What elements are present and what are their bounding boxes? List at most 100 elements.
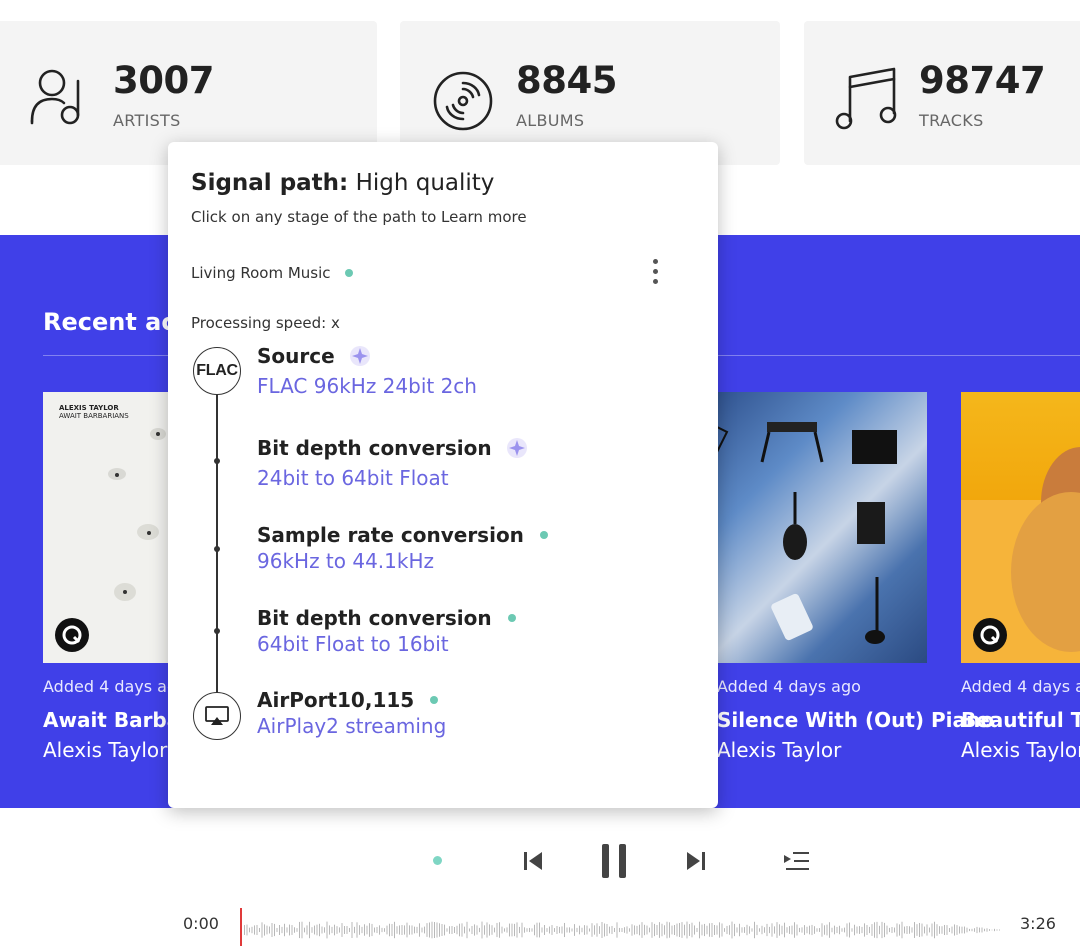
playhead[interactable] <box>240 908 242 946</box>
waveform-bar <box>661 923 663 937</box>
waveform-bar <box>726 925 728 935</box>
album-artist[interactable]: Alexis Taylor <box>961 738 1080 762</box>
waveform-bar <box>994 928 995 932</box>
waveform-bar <box>784 922 785 938</box>
path-node <box>214 628 220 634</box>
waveform-bar <box>304 927 305 933</box>
waveform-bar <box>496 922 498 938</box>
waveform-bar <box>704 923 705 937</box>
stage-bit-depth-conversion[interactable]: Bit depth conversion 64bit Float to 16bi… <box>257 606 516 656</box>
waveform-bar <box>971 928 973 932</box>
waveform-bar <box>876 921 878 939</box>
signal-path-line <box>216 394 218 694</box>
album-card[interactable]: Added 4 days ago Silence With (Out) Pian… <box>707 392 994 762</box>
waveform-bar <box>471 925 473 935</box>
pause-button[interactable] <box>597 844 631 878</box>
album-title[interactable]: Silence With (Out) Piano <box>717 708 994 732</box>
waveform-bar <box>901 921 903 939</box>
waveform-bar <box>499 922 500 938</box>
waveform-bar <box>261 922 263 938</box>
waveform-bar <box>801 927 803 933</box>
waveform-bar <box>594 925 595 935</box>
waveform-bar <box>764 927 765 933</box>
waveform-bar <box>641 922 643 938</box>
waveform-bar <box>309 921 310 939</box>
waveform-bar <box>369 923 370 937</box>
waveform-bar <box>666 921 668 939</box>
waveform-bar <box>791 925 793 935</box>
waveform-bar <box>571 928 573 932</box>
waveform-bar <box>586 925 588 935</box>
waveform-bar <box>504 928 505 932</box>
waveform-bar <box>911 927 913 933</box>
stage-bit-depth-conversion[interactable]: Bit depth conversion 24bit to 64bit Floa… <box>257 436 528 490</box>
album-card[interactable]: Added 4 days ago Beautiful Thing Alexis … <box>961 392 1080 762</box>
waveform-bar <box>751 928 753 932</box>
waveform-bar <box>424 926 425 934</box>
waveform-bar <box>564 922 565 938</box>
waveform-bar <box>856 926 858 934</box>
album-artist[interactable]: Alexis Taylor <box>43 738 167 762</box>
waveform-bar <box>394 921 395 939</box>
waveform-bar <box>956 925 958 935</box>
waveform-bar <box>651 922 653 938</box>
waveform-bar <box>541 927 543 933</box>
waveform-bar <box>381 927 383 933</box>
waveform-bar <box>986 928 988 932</box>
flac-source-icon[interactable]: FLAC <box>193 347 241 395</box>
signal-path-indicator[interactable] <box>433 856 442 865</box>
waveform-bar <box>426 923 428 937</box>
waveform-bar <box>789 926 790 934</box>
waveform-bar <box>981 927 983 933</box>
queue-button[interactable] <box>779 844 813 878</box>
waveform-bar <box>871 924 873 936</box>
waveform-bar <box>366 925 368 935</box>
stage-sample-rate-conversion[interactable]: Sample rate conversion 96kHz to 44.1kHz <box>257 523 548 573</box>
waveform-bar <box>934 921 935 939</box>
waveform-bar <box>671 925 673 935</box>
waveform-bar <box>941 926 943 934</box>
waveform-bar <box>569 927 570 933</box>
waveform-bar <box>591 923 593 937</box>
waveform-bar <box>761 925 763 935</box>
waveform-bar <box>389 923 390 937</box>
waveform-bar <box>774 926 775 934</box>
waveform-bar <box>486 922 488 938</box>
album-artist[interactable]: Alexis Taylor <box>717 738 841 762</box>
stage-source[interactable]: Source FLAC 96kHz 24bit 2ch <box>257 344 477 398</box>
previous-track-button[interactable] <box>516 844 550 878</box>
stat-card-tracks[interactable]: 98747 TRACKS <box>804 21 1080 165</box>
airplay-icon[interactable] <box>193 692 241 740</box>
album-cover[interactable] <box>707 392 927 663</box>
waveform-bar <box>616 922 618 938</box>
waveform-bar <box>974 928 975 932</box>
cover-art <box>707 421 897 644</box>
waveform-bar <box>741 927 743 933</box>
waveform-bar <box>886 925 888 935</box>
waveform-bar <box>916 924 918 936</box>
waveform-bar <box>549 926 550 934</box>
more-options-button[interactable] <box>648 256 662 290</box>
waveform-bar <box>576 927 578 933</box>
waveform-bar <box>881 921 883 939</box>
waveform-bar <box>809 925 810 935</box>
waveform-bar <box>341 923 343 937</box>
waveform-bar <box>664 925 665 935</box>
zone-status-dot <box>344 269 353 277</box>
album-cover[interactable] <box>961 392 1080 663</box>
waveform-bar <box>511 923 513 937</box>
album-title[interactable]: Beautiful Thing <box>961 708 1080 732</box>
waveform-bar <box>391 923 393 937</box>
waveform-bar <box>914 922 915 938</box>
waveform-bar <box>324 927 325 933</box>
waveform-bar <box>656 925 658 935</box>
waveform-bar <box>964 926 965 934</box>
stage-output-device[interactable]: AirPort10,115 AirPlay2 streaming <box>257 688 446 738</box>
waveform-bar <box>294 927 295 933</box>
waveform-bar <box>836 926 838 934</box>
next-track-button[interactable] <box>679 844 713 878</box>
waveform-bar <box>759 928 760 932</box>
waveform-bar <box>466 921 468 939</box>
waveform-bar <box>984 928 985 932</box>
waveform-seekbar[interactable] <box>240 900 1000 946</box>
